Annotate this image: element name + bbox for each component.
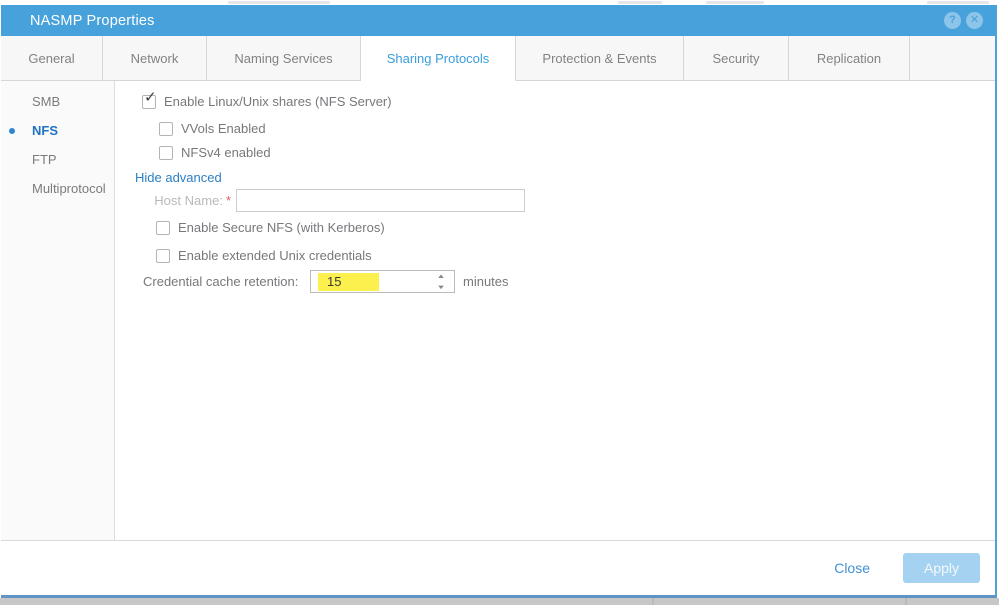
secure-nfs-row: Enable Secure NFS (with Kerberos) [156,220,385,235]
help-icon[interactable]: ? [944,12,961,29]
nfs-settings-panel: ✓ Enable Linux/Unix shares (NFS Server) … [115,81,995,540]
background-artifact [618,1,662,4]
enable-nfs-row: ✓ Enable Linux/Unix shares (NFS Server) [142,90,392,109]
advanced-toggle-row: Hide advanced [135,170,222,185]
background-artifact [927,1,989,4]
tab-general[interactable]: General [1,36,103,81]
tab-bar: General Network Naming Services Sharing … [1,36,995,81]
tab-bar-filler [910,36,995,81]
extended-unix-row: Enable extended Unix credentials [156,248,372,263]
background-artifact [228,1,330,4]
close-button[interactable]: Close [834,560,870,576]
dialog-body: SMB NFS FTP Multiprotocol ✓ Enable Linux… [1,81,995,540]
protocol-sidebar: SMB NFS FTP Multiprotocol [1,81,115,540]
close-icon[interactable]: ✕ [966,12,983,29]
sidebar-item-ftp[interactable]: FTP [1,145,114,174]
enable-nfs-label: Enable Linux/Unix shares (NFS Server) [164,94,392,109]
host-name-row: Host Name: * [115,189,525,212]
sidebar-item-multiprotocol[interactable]: Multiprotocol [1,174,114,203]
cache-retention-value[interactable]: 15 [318,273,379,291]
selected-bullet-icon [9,128,15,134]
checkmark-icon: ✓ [144,88,157,106]
dialog-title: NASMP Properties [30,12,155,29]
sidebar-item-nfs[interactable]: NFS [1,116,114,145]
minutes-unit-label: minutes [463,274,509,289]
host-name-input[interactable] [236,189,525,212]
nfsv4-label: NFSv4 enabled [181,145,271,160]
nfsv4-checkbox[interactable] [159,145,173,160]
sidebar-item-label: NFS [32,123,58,138]
tab-sharing-protocols[interactable]: Sharing Protocols [361,36,516,81]
secure-nfs-label: Enable Secure NFS (with Kerberos) [178,220,385,235]
tab-naming-services[interactable]: Naming Services [207,36,361,81]
tab-security[interactable]: Security [684,36,789,81]
apply-button[interactable]: Apply [903,553,980,583]
background-artifact [706,1,764,4]
hide-advanced-link[interactable]: Hide advanced [135,170,222,185]
vvols-row: VVols Enabled [159,121,266,136]
required-asterisk: * [225,193,231,208]
tab-network[interactable]: Network [103,36,207,81]
background-page-strip [0,598,999,605]
secure-nfs-checkbox[interactable] [156,220,170,235]
spinner-arrows: ▲ ▼ [435,274,447,291]
extended-unix-label: Enable extended Unix credentials [178,248,372,263]
nasmp-properties-dialog: NASMP Properties ? ✕ General Network Nam… [1,5,997,598]
spinner-down-icon[interactable]: ▼ [436,285,446,291]
cache-retention-spinner[interactable]: 15 ▲ ▼ [310,270,455,293]
tab-replication[interactable]: Replication [789,36,910,81]
page-background: NASMP Properties ? ✕ General Network Nam… [0,0,999,605]
vvols-label: VVols Enabled [181,121,266,136]
spinner-up-icon[interactable]: ▲ [436,274,446,280]
nfsv4-row: NFSv4 enabled [159,145,271,160]
vvols-checkbox[interactable] [159,121,173,136]
tab-protection-events[interactable]: Protection & Events [516,36,684,81]
cache-retention-label: Credential cache retention: [143,274,299,289]
background-artifact [905,598,907,605]
background-artifact [652,598,654,605]
enable-nfs-checkbox[interactable]: ✓ [142,90,157,109]
sidebar-item-smb[interactable]: SMB [1,87,114,116]
dialog-titlebar: NASMP Properties ? ✕ [1,5,995,36]
host-name-label: Host Name: * [154,193,231,208]
dialog-footer: Close Apply [1,540,995,595]
extended-unix-checkbox[interactable] [156,248,170,263]
cache-retention-row: Credential cache retention: 15 ▲ ▼ minut… [143,270,509,293]
